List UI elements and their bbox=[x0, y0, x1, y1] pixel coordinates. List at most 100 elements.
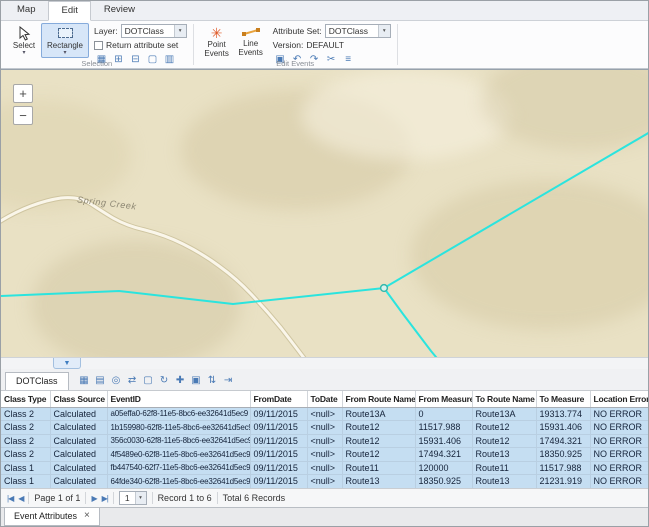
close-tab-icon[interactable]: × bbox=[84, 511, 90, 521]
table-cell: Class 2 bbox=[1, 421, 50, 435]
column-header[interactable]: Location Error bbox=[590, 391, 648, 407]
collapse-panel-button[interactable]: ▼ bbox=[53, 358, 81, 369]
select-dropdown-icon[interactable]: ▾ bbox=[22, 50, 25, 57]
zoom-out-button[interactable]: − bbox=[13, 106, 33, 125]
column-header[interactable]: ToDate bbox=[307, 391, 342, 407]
rectangle-tool-label: Rectangle bbox=[47, 41, 83, 50]
zoom-in-button[interactable]: + bbox=[13, 84, 33, 103]
rectangle-tool-button[interactable]: Rectangle ▾ bbox=[41, 23, 89, 58]
route-line-northeast[interactable] bbox=[384, 132, 648, 288]
table-cell: NO ERROR bbox=[590, 461, 648, 475]
last-page-button[interactable]: ▶| bbox=[102, 494, 108, 503]
table-cell: 1b159980-62f8-11e5-8bc6-ee32641d5ec9 bbox=[107, 421, 250, 435]
select-tool-button[interactable]: Select ▾ bbox=[7, 23, 41, 58]
page-size-value: 1 bbox=[120, 493, 135, 503]
export-records-icon[interactable]: ⇥ bbox=[221, 373, 236, 388]
next-page-button[interactable]: ▶ bbox=[91, 494, 96, 503]
table-cell: <null> bbox=[307, 448, 342, 462]
table-row[interactable]: Class 2Calculated4f5489e0-62f8-11e5-8bc6… bbox=[1, 448, 648, 462]
return-attribute-set-checkbox[interactable] bbox=[94, 41, 103, 50]
add-record-icon[interactable]: ✚ bbox=[173, 373, 188, 388]
table-cell: NO ERROR bbox=[590, 475, 648, 489]
pager-separator bbox=[217, 492, 218, 504]
table-cell: 19313.774 bbox=[536, 407, 590, 421]
table-cell: <null> bbox=[307, 475, 342, 489]
table-row[interactable]: Class 1Calculatedfb447540-62f7-11e5-8bc6… bbox=[1, 461, 648, 475]
map-features-layer[interactable] bbox=[1, 70, 648, 357]
point-events-label: Point Events bbox=[202, 40, 232, 58]
page-size-select[interactable]: 1 ▾ bbox=[119, 491, 147, 505]
version-value: DEFAULT bbox=[306, 40, 344, 50]
table-cell: Route13 bbox=[472, 475, 536, 489]
dotclass-layer-tab[interactable]: DOTClass bbox=[5, 372, 69, 390]
save-record-icon[interactable]: ▣ bbox=[189, 373, 204, 388]
table-cell: 09/11/2015 bbox=[250, 448, 307, 462]
pager-separator bbox=[85, 492, 86, 504]
table-row[interactable]: Class 1Calculated64fde340-62f8-11e5-8bc6… bbox=[1, 475, 648, 489]
column-header[interactable]: From Route Name bbox=[342, 391, 415, 407]
table-row[interactable]: Class 2Calculated356c0030-62f8-11e5-8bc6… bbox=[1, 434, 648, 448]
rectangle-dropdown-icon[interactable]: ▾ bbox=[63, 50, 66, 57]
select-cursor-icon bbox=[18, 26, 31, 41]
point-events-button[interactable]: ✳ Point Events bbox=[200, 23, 234, 58]
pager-separator bbox=[152, 492, 153, 504]
refresh-icon[interactable]: ↻ bbox=[157, 373, 172, 388]
attr-table-body: Class 2Calculateda05effa0-62f8-11e5-8bc6… bbox=[1, 407, 648, 488]
layer-select-arrow-icon[interactable]: ▾ bbox=[174, 25, 186, 37]
point-events-icon: ✳ bbox=[211, 26, 223, 40]
line-events-button[interactable]: Line Events bbox=[234, 23, 268, 58]
bottom-tab-bar: Event Attributes × bbox=[1, 507, 648, 526]
column-header[interactable]: Class Source bbox=[50, 391, 107, 407]
column-header[interactable]: From Measure bbox=[415, 391, 472, 407]
table-row[interactable]: Class 2Calculated1b159980-62f8-11e5-8bc6… bbox=[1, 421, 648, 435]
edit-events-group: ✳ Point Events Line Events Attribute Set… bbox=[194, 21, 397, 68]
map-canvas[interactable]: Spring Creek + − bbox=[1, 69, 648, 357]
tab-review[interactable]: Review bbox=[91, 0, 148, 20]
table-cell: Route12 bbox=[342, 448, 415, 462]
previous-page-button[interactable]: ◀ bbox=[18, 494, 23, 503]
page-size-arrow-icon[interactable]: ▾ bbox=[135, 492, 146, 504]
attribute-set-arrow-icon[interactable]: ▾ bbox=[378, 25, 390, 37]
pager-separator bbox=[28, 492, 29, 504]
show-all-records-icon[interactable]: ▦ bbox=[77, 373, 92, 388]
tab-event-attributes[interactable]: Event Attributes × bbox=[4, 508, 100, 526]
zoom-to-selection-icon[interactable]: ◎ bbox=[109, 373, 124, 388]
column-header[interactable]: FromDate bbox=[250, 391, 307, 407]
route-line-south[interactable] bbox=[384, 288, 451, 357]
first-page-button[interactable]: |◀ bbox=[7, 494, 13, 503]
column-header[interactable]: To Measure bbox=[536, 391, 590, 407]
attribute-set-select[interactable]: DOTClass ▾ bbox=[325, 24, 391, 38]
table-cell: 09/11/2015 bbox=[250, 421, 307, 435]
map-zoom-control: + − bbox=[13, 84, 33, 125]
table-cell: <null> bbox=[307, 461, 342, 475]
column-header[interactable]: To Route Name bbox=[472, 391, 536, 407]
table-cell: NO ERROR bbox=[590, 448, 648, 462]
road-spring-creek[interactable] bbox=[1, 198, 319, 357]
show-selected-records-icon[interactable]: ▤ bbox=[93, 373, 108, 388]
table-cell: Calculated bbox=[50, 461, 107, 475]
edit-events-group-caption: Edit Events bbox=[194, 59, 397, 68]
page-indicator: Page 1 of 1 bbox=[34, 493, 80, 503]
table-cell: Route13A bbox=[342, 407, 415, 421]
select-tool-label: Select bbox=[13, 41, 35, 50]
table-cell: Class 2 bbox=[1, 434, 50, 448]
table-cell: Route11 bbox=[472, 461, 536, 475]
table-cell: Calculated bbox=[50, 407, 107, 421]
table-row[interactable]: Class 2Calculateda05effa0-62f8-11e5-8bc6… bbox=[1, 407, 648, 421]
sort-records-icon[interactable]: ⇅ bbox=[205, 373, 220, 388]
tab-edit[interactable]: Edit bbox=[48, 1, 90, 21]
table-cell: 0 bbox=[415, 407, 472, 421]
table-cell: a05effa0-62f8-11e5-8bc6-ee32641d5ec9 bbox=[107, 407, 250, 421]
column-header[interactable]: Class Type bbox=[1, 391, 50, 407]
column-header[interactable]: EventID bbox=[107, 391, 250, 407]
switch-selection-icon[interactable]: ⇄ bbox=[125, 373, 140, 388]
table-cell: 21231.919 bbox=[536, 475, 590, 489]
route-line-west[interactable] bbox=[1, 288, 384, 304]
route-junction-vertex[interactable] bbox=[381, 285, 388, 292]
table-cell: 18350.925 bbox=[415, 475, 472, 489]
table-cell: Class 1 bbox=[1, 475, 50, 489]
attribute-set-value: DOTClass bbox=[326, 26, 378, 36]
layer-select[interactable]: DOTClass ▾ bbox=[121, 24, 187, 38]
tab-map[interactable]: Map bbox=[4, 0, 48, 20]
clear-selection-icon[interactable]: ▢ bbox=[141, 373, 156, 388]
